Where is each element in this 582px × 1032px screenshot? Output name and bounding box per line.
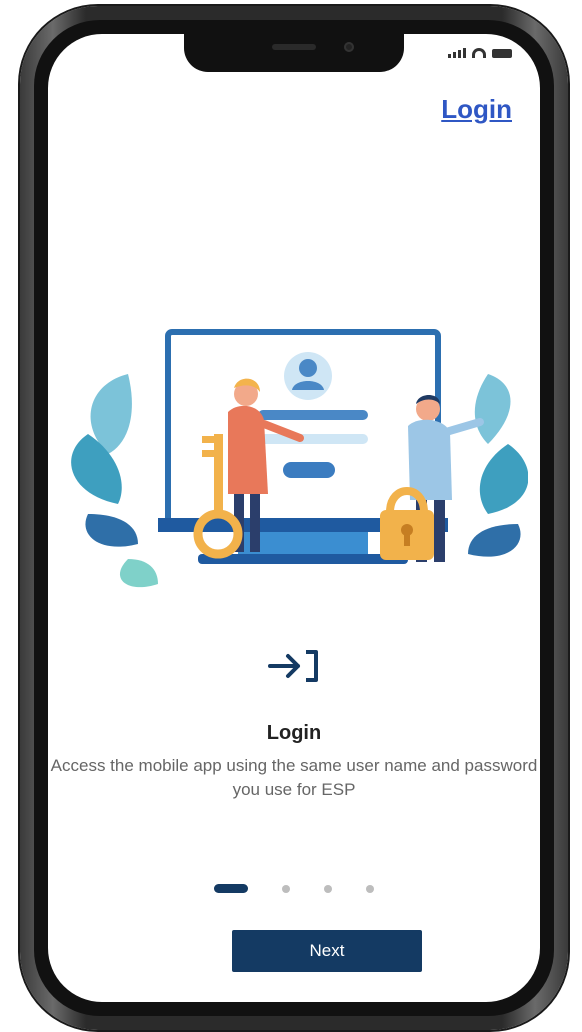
battery-icon bbox=[492, 49, 512, 58]
login-arrow-icon bbox=[48, 646, 540, 691]
page-dot-3[interactable] bbox=[324, 884, 332, 893]
login-illustration bbox=[71, 329, 528, 588]
onboarding-description: Access the mobile app using the same use… bbox=[50, 756, 538, 799]
page-dot-2[interactable] bbox=[282, 884, 290, 893]
camera bbox=[344, 42, 354, 52]
signal-icon bbox=[448, 48, 466, 58]
page-dot-4[interactable] bbox=[366, 884, 374, 893]
page-indicator bbox=[48, 884, 540, 893]
speaker bbox=[272, 44, 316, 50]
phone-screen: Login Login Access the mobile app using … bbox=[48, 34, 540, 1002]
next-button[interactable]: Next bbox=[232, 930, 422, 972]
wifi-icon bbox=[472, 48, 486, 58]
page-dot-1[interactable] bbox=[214, 884, 248, 893]
login-link[interactable]: Login bbox=[441, 94, 512, 125]
notch bbox=[184, 34, 404, 72]
status-bar-icons bbox=[448, 48, 512, 58]
onboarding-title: Login bbox=[266, 722, 322, 744]
